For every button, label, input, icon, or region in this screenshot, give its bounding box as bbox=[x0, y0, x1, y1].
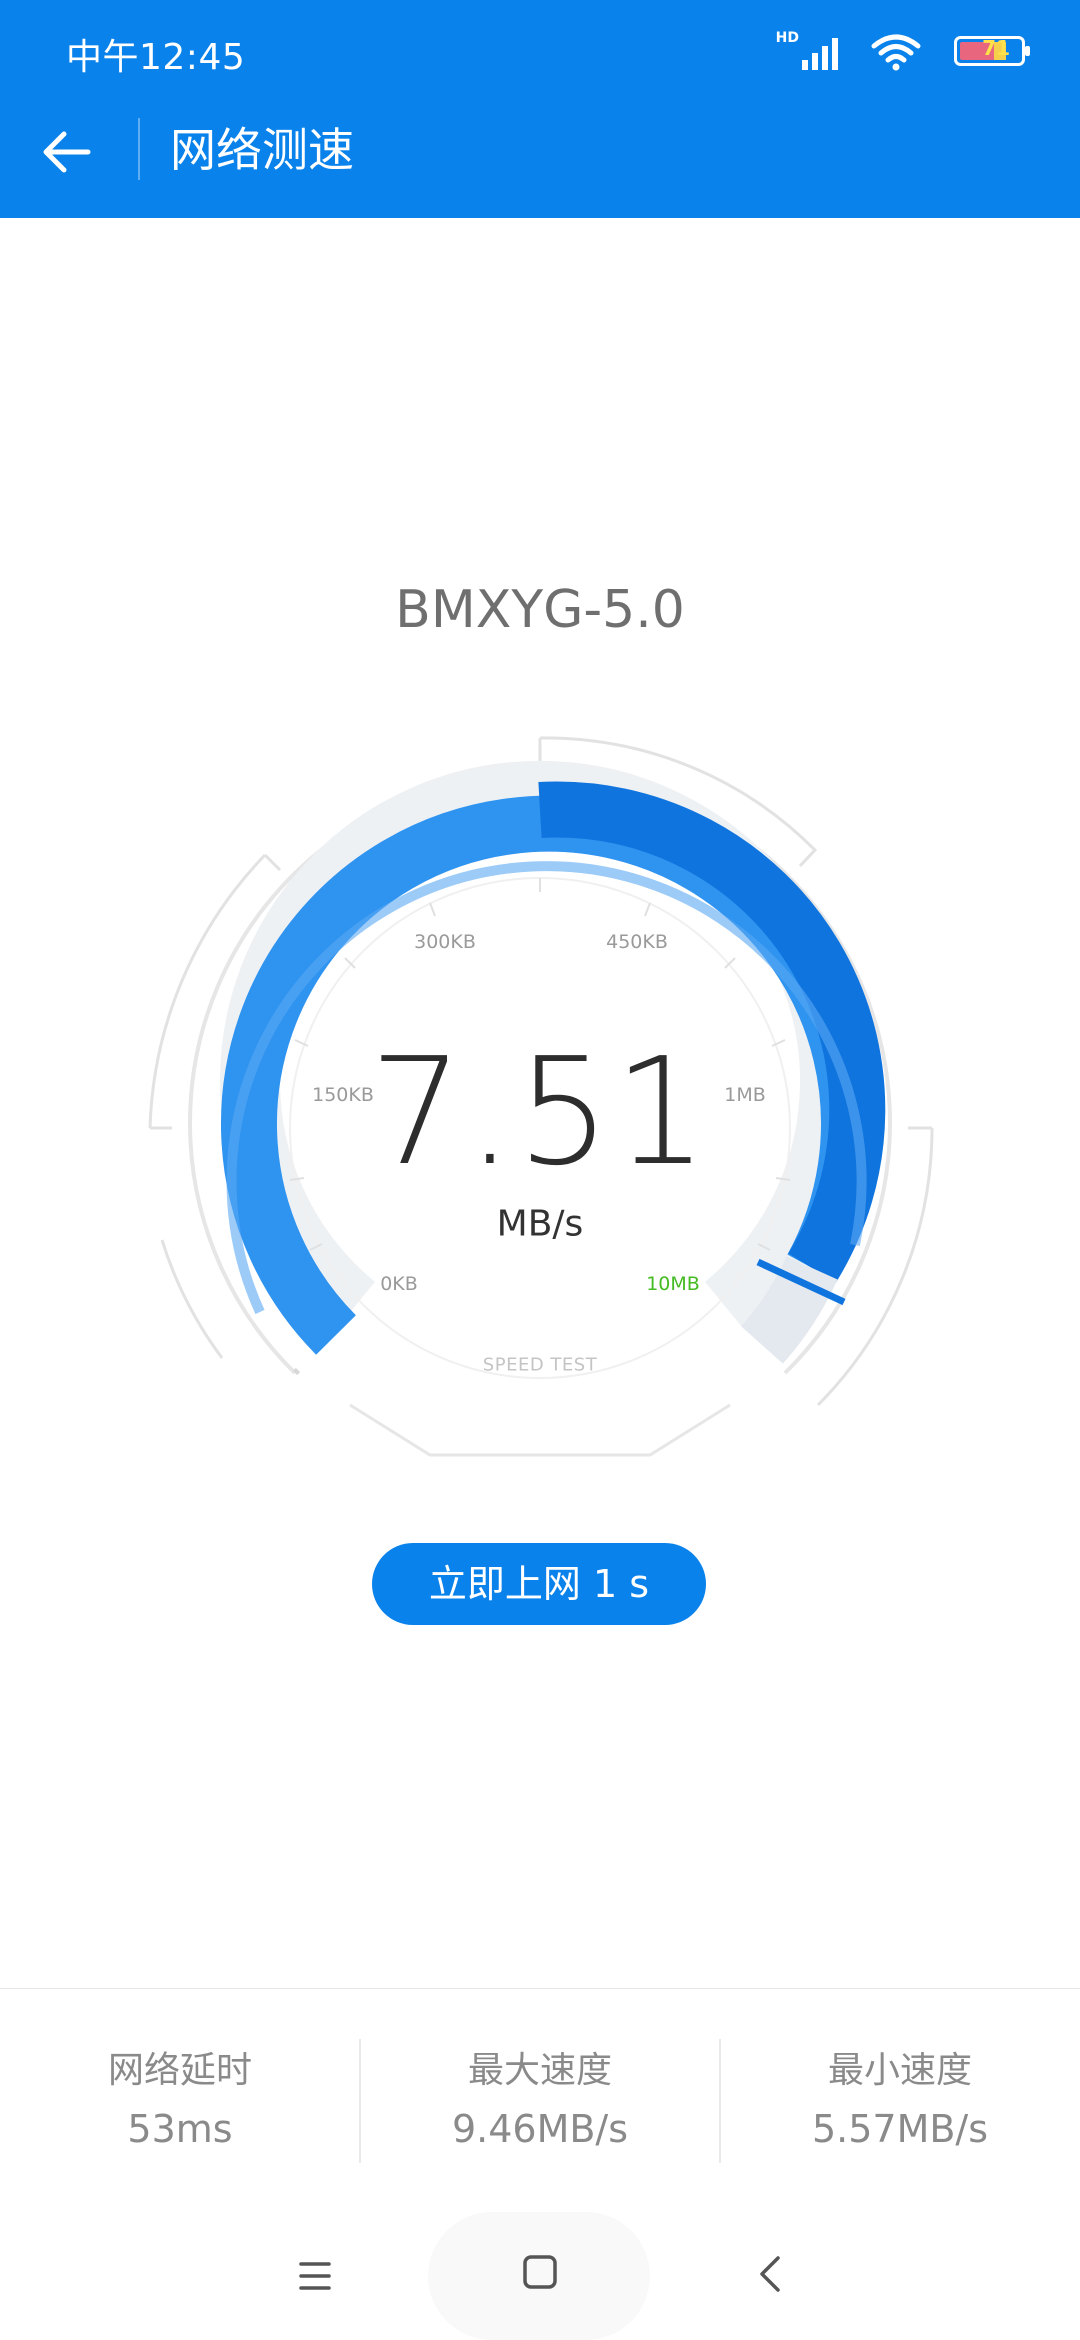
wifi-icon bbox=[871, 34, 921, 71]
gauge-label-450kb: 450KB bbox=[606, 931, 668, 953]
stat-min-speed-label: 最小速度 bbox=[827, 2050, 972, 2091]
battery-level: 71 bbox=[982, 36, 1010, 60]
stat-min-speed: 最小速度 5.57MB/s bbox=[720, 1989, 1080, 2211]
app-header: 中午12:45 HD 71 网络测速 bbox=[0, 0, 1080, 218]
gauge-label-300kb: 300KB bbox=[414, 931, 476, 953]
back-icon[interactable] bbox=[752, 2252, 788, 2296]
status-time: 中午12:45 bbox=[66, 37, 246, 78]
back-arrow-icon[interactable] bbox=[36, 120, 100, 184]
speed-test-screen: 中午12:45 HD 71 网络测速 BMXYG-5.0 0KB 150KB 3… bbox=[0, 0, 1080, 2340]
network-name: BMXYG-5.0 bbox=[395, 580, 685, 640]
hd-label: HD bbox=[775, 30, 799, 46]
stat-latency: 网络延时 53ms bbox=[0, 1989, 360, 2211]
gauge-label-0kb: 0KB bbox=[380, 1273, 418, 1295]
stat-latency-label: 网络延时 bbox=[107, 2050, 252, 2091]
go-online-button[interactable]: 立即上网 1 s bbox=[372, 1543, 706, 1625]
home-icon[interactable] bbox=[522, 2254, 558, 2290]
stats-panel: 网络延时 53ms 最大速度 9.46MB/s 最小速度 5.57MB/s bbox=[0, 1988, 1080, 2212]
page-title: 网络测速 bbox=[170, 123, 354, 177]
menu-icon[interactable] bbox=[293, 2254, 337, 2298]
signal-icon bbox=[802, 38, 838, 70]
status-icons: HD 71 bbox=[712, 26, 1032, 74]
speed-unit: MB/s bbox=[496, 1203, 584, 1245]
speed-test-caption: SPEED TEST bbox=[482, 1354, 598, 1376]
stat-max-speed: 最大速度 9.46MB/s bbox=[360, 1989, 720, 2211]
gauge-label-150kb: 150KB bbox=[312, 1084, 374, 1106]
speed-value: 7.51 bbox=[369, 1026, 711, 1198]
stat-max-speed-value: 9.46MB/s bbox=[451, 2107, 629, 2151]
header-divider bbox=[138, 118, 140, 180]
gauge-label-10mb: 10MB bbox=[646, 1273, 700, 1295]
gauge-label-1mb: 1MB bbox=[724, 1084, 766, 1106]
stat-min-speed-value: 5.57MB/s bbox=[811, 2107, 989, 2151]
stat-max-speed-label: 最大速度 bbox=[467, 2050, 612, 2091]
stat-latency-value: 53ms bbox=[127, 2107, 233, 2151]
